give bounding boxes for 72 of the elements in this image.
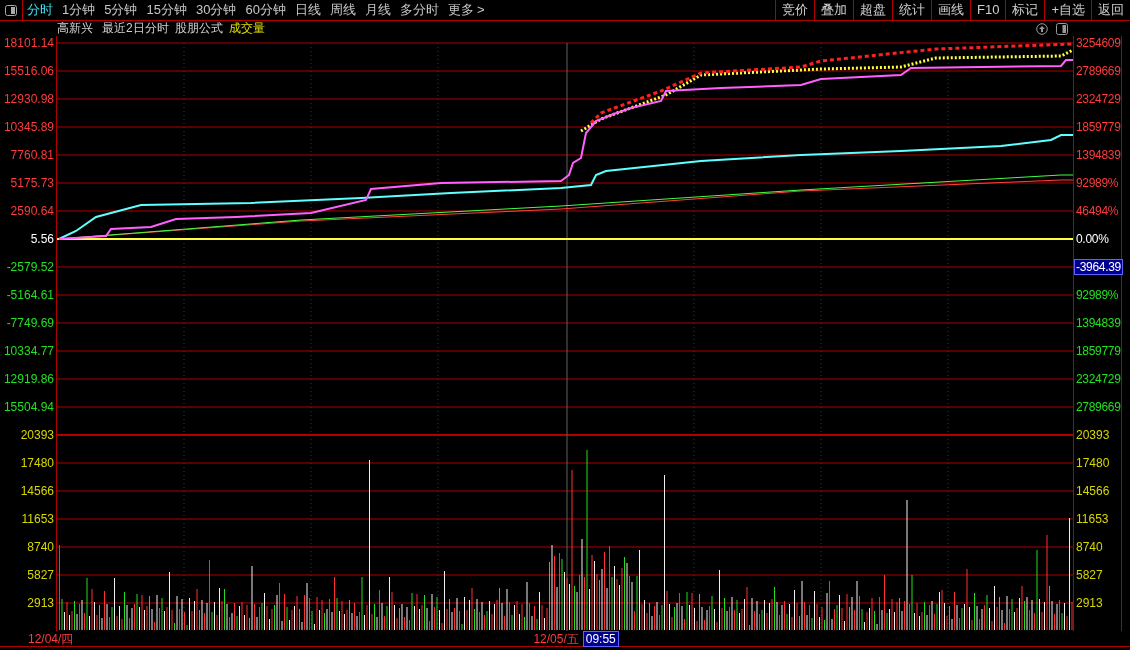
period-tab[interactable]: 多分时 [399, 0, 439, 20]
axis-label: -5164.61 [6, 288, 54, 304]
date-label: 12/05/五 [533, 630, 579, 648]
axis-label: 1394839 [1075, 316, 1121, 332]
axis-label: 2913 [27, 596, 54, 612]
axis-label: 1859779 [1075, 344, 1121, 360]
indicator-name: 成交量 [228, 21, 265, 36]
axis-label: 7760.81 [10, 148, 54, 164]
panel-toggle-icon[interactable] [1056, 22, 1068, 35]
period-tab[interactable]: 分时 [27, 0, 53, 20]
axis-label: 0.00% [1075, 232, 1109, 248]
axis-label: 11653 [21, 512, 54, 528]
axis-label: 20393 [1075, 428, 1110, 444]
axis-label: 10334.77 [3, 344, 54, 360]
axis-label: 2789669 [1075, 64, 1121, 80]
period-tab[interactable]: 30分钟 [195, 0, 237, 20]
toolbar-button[interactable]: 返回 [1091, 0, 1130, 20]
toolbar-button[interactable]: 竞价 [775, 0, 814, 20]
upload-icon[interactable] [1036, 22, 1048, 35]
toolbar-button[interactable]: F10 [970, 0, 1006, 20]
axis-label: 15504.94 [3, 400, 54, 416]
axis-label: 3254609 [1075, 36, 1121, 52]
toolbar-button[interactable]: 叠加 [814, 0, 853, 20]
toolbar-button[interactable]: 标记 [1005, 0, 1045, 20]
axis-label: 2913 [1075, 596, 1103, 612]
axis-label: 17480 [1075, 456, 1110, 472]
axis-label: 92989% [1075, 288, 1119, 304]
axis-label: 8740 [27, 540, 54, 556]
period-tab[interactable]: 15分钟 [146, 0, 187, 20]
period-tab[interactable]: 5分钟 [104, 0, 138, 20]
axis-label: -2579.52 [6, 260, 54, 276]
cursor-value: -3964.39 [1074, 259, 1123, 275]
axis-label: 14566 [1075, 484, 1110, 500]
axis-label: 5.56 [30, 232, 54, 248]
axis-label: 20393 [20, 428, 54, 444]
cursor-time: 09:55 [582, 630, 619, 647]
axis-label: 92989% [1075, 176, 1119, 192]
axis-label: 46494% [1075, 204, 1119, 220]
more-menu[interactable]: 更多 > [447, 0, 485, 20]
axis-label: 15516.06 [3, 64, 54, 80]
toolbar-button[interactable]: 统计 [892, 0, 931, 20]
axis-label: 10345.89 [3, 120, 54, 136]
axis-label: 2324729 [1075, 372, 1121, 388]
period-tab[interactable]: 60分钟 [245, 0, 286, 20]
panel-toggle-icon[interactable] [5, 4, 17, 16]
stock-name: 高新兴 [57, 21, 93, 36]
axis-label: 5827 [27, 568, 54, 584]
axis-label: 8740 [1075, 540, 1103, 556]
period-tab[interactable]: 1分钟 [62, 0, 96, 20]
axis-label: 12930.98 [3, 92, 54, 108]
period-tab[interactable]: 日线 [294, 0, 321, 20]
axis-label: 11653 [1075, 512, 1109, 528]
axis-label: 12919.86 [3, 372, 54, 388]
axis-label: 2590.64 [10, 204, 54, 220]
chart-period: 最近2日分时 [102, 21, 169, 36]
toolbar-button[interactable]: 画线 [931, 0, 970, 20]
axis-label: 18101.14 [3, 36, 54, 52]
axis-label: 2324729 [1075, 92, 1121, 108]
axis-label: -7749.69 [6, 316, 54, 332]
axis-label: 1859779 [1075, 120, 1121, 136]
date-label: 12/04/四 [28, 630, 74, 648]
axis-label: 1394839 [1075, 148, 1121, 164]
formula-name: 股朋公式 [174, 21, 223, 36]
toolbar-button[interactable]: +自选 [1044, 0, 1091, 20]
axis-label: 17480 [20, 456, 54, 472]
toolbar-button[interactable]: 超盘 [853, 0, 892, 20]
axis-label: 5175.73 [10, 176, 54, 192]
period-tab[interactable]: 月线 [364, 0, 391, 20]
axis-label: 2789669 [1075, 400, 1121, 416]
period-tab[interactable]: 周线 [329, 0, 356, 20]
axis-label: 14566 [20, 484, 54, 500]
axis-label: 5827 [1075, 568, 1103, 584]
